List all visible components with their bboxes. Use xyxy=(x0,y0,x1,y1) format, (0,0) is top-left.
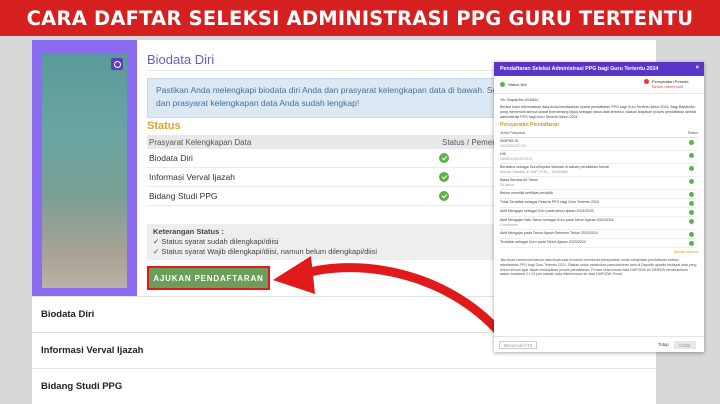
requirements-header: Jenis Prasyarat Status xyxy=(500,131,698,138)
requirement-label: Tidak Terdaftar sebagai Peserta PPG bagi… xyxy=(500,200,600,204)
check-icon xyxy=(689,201,694,206)
check-icon xyxy=(689,140,694,145)
list-item: SIMPKB ID 1022002437193 xyxy=(500,138,698,151)
notice-text: Jika Anda memenuhi bahwa data Anda saat … xyxy=(500,258,697,277)
modal-header: Pendaftaran Seleksi Administrasi PPG bag… xyxy=(494,62,704,76)
camera-icon[interactable] xyxy=(111,58,123,70)
modal-title: Pendaftaran Seleksi Administrasi PPG bag… xyxy=(500,66,659,72)
requirement-detail: Kepala Sekolah di SMP YCKL - 1234NWN xyxy=(500,170,568,174)
requirement-detail: 1022002437193 xyxy=(500,144,526,148)
list-item: Belum memiliki sertifikat pendidik xyxy=(500,190,698,199)
list-item: Aktif Mengajar pada Tahun Ajaran Sebelum… xyxy=(500,230,698,239)
request-link[interactable]: Ajukan request xyxy=(500,250,698,255)
modal-steps: Status NIK Persyaratan Peserta Belum meme… xyxy=(494,76,704,94)
list-item: Aktif Mengajar Satu Tahun sebagai Guru p… xyxy=(500,217,698,230)
requirement-label: Belum memiliki sertifikat pendidik xyxy=(500,191,553,195)
check-icon xyxy=(439,153,449,163)
profile-sidebar xyxy=(32,40,137,296)
requirement-label: NIK xyxy=(500,152,506,156)
requirements-heading: Persyaratan Pendaftaran xyxy=(500,122,559,128)
greeting: Yth. Bapak/Ibu USMAN, xyxy=(500,98,539,102)
requirement-detail: 34 tahun xyxy=(500,183,514,187)
requirement-detail: 1808031501970013 xyxy=(500,157,532,161)
list-item: Aktif Mengajar sebagai Guru pada tahun a… xyxy=(500,208,698,217)
list-item: NIK 1808031501970013 xyxy=(500,151,698,164)
check-icon xyxy=(689,232,694,237)
list-item: Berstatus sebagai Guru/Kepala Sekolah di… xyxy=(500,164,698,177)
check-icon xyxy=(500,82,505,87)
list-item: Batas Berusia 60 Tahun 34 tahun xyxy=(500,177,698,190)
list-item: Tidak Terdaftar sebagai Peserta PPG bagi… xyxy=(500,199,698,208)
requirement-label: Aktif Mengajar sebagai Guru pada tahun a… xyxy=(500,209,594,213)
check-icon xyxy=(689,166,694,171)
requirement-label: Aktif Mengajar Satu Tahun sebagai Guru p… xyxy=(500,218,614,222)
requirements-list: SIMPKB ID 1022002437193 NIK 180803150197001… xyxy=(500,138,698,248)
modal-footer: Memenuhi KTS Tutup Daftar xyxy=(494,336,704,352)
check-icon xyxy=(689,241,694,246)
requirement-label: Terdaftar sebagai Guru pada Tahun Ajaran… xyxy=(500,240,586,244)
requirement-label: Batas Berusia 60 Tahun xyxy=(500,178,539,182)
check-icon xyxy=(439,191,449,201)
intro-text: Berikut kami informasikan data Anda berd… xyxy=(500,105,697,119)
check-icon xyxy=(689,179,694,184)
submit-button[interactable]: Daftar xyxy=(674,341,696,349)
kts-button[interactable]: Memenuhi KTS xyxy=(499,341,537,349)
close-button[interactable]: Tutup xyxy=(658,342,669,347)
requirement-label: Aktif Mengajar pada Tahun Ajaran Sebelum… xyxy=(500,231,598,235)
modal-body: Yth. Bapak/Ibu USMAN, Berikut kami infor… xyxy=(494,94,704,281)
step-persyaratan: Persyaratan Peserta Belum memenuhi xyxy=(644,79,688,89)
check-icon xyxy=(689,192,694,197)
red-arrow-icon xyxy=(273,256,506,339)
registration-modal: Pendaftaran Seleksi Administrasi PPG bag… xyxy=(494,62,704,352)
requirement-label: Berstatus sebagai Guru/Kepala Sekolah di… xyxy=(500,165,609,169)
column-header-prasyarat: Prasyarat Kelengkapan Data xyxy=(149,137,252,147)
profile-photo xyxy=(42,54,127,288)
title-banner: CARA DAFTAR SELEKSI ADMINISTRASI PPG GUR… xyxy=(0,0,720,36)
check-icon xyxy=(439,172,449,182)
legend-item-complete: ✓ Status syarat sudah dilengkapi/diisi xyxy=(153,237,279,246)
status-heading: Status xyxy=(147,120,181,132)
requirement-detail: 2 semester xyxy=(500,223,518,227)
requirement-label: SIMPKB ID xyxy=(500,139,519,143)
apply-button[interactable]: AJUKAN PENDAFTARAN xyxy=(149,268,268,288)
error-icon xyxy=(644,79,649,84)
check-icon xyxy=(689,210,694,215)
list-item: Terdaftar sebagai Guru pada Tahun Ajaran… xyxy=(500,239,698,248)
accordion-bidang-studi[interactable]: Bidang Studi PPG xyxy=(32,368,656,404)
close-icon[interactable]: × xyxy=(695,65,699,71)
section-title: Biodata Diri xyxy=(147,52,215,67)
legend-title: Keterangan Status : xyxy=(153,227,224,236)
check-icon xyxy=(689,219,694,224)
check-icon xyxy=(689,153,694,158)
step-nik: Status NIK xyxy=(500,82,527,87)
